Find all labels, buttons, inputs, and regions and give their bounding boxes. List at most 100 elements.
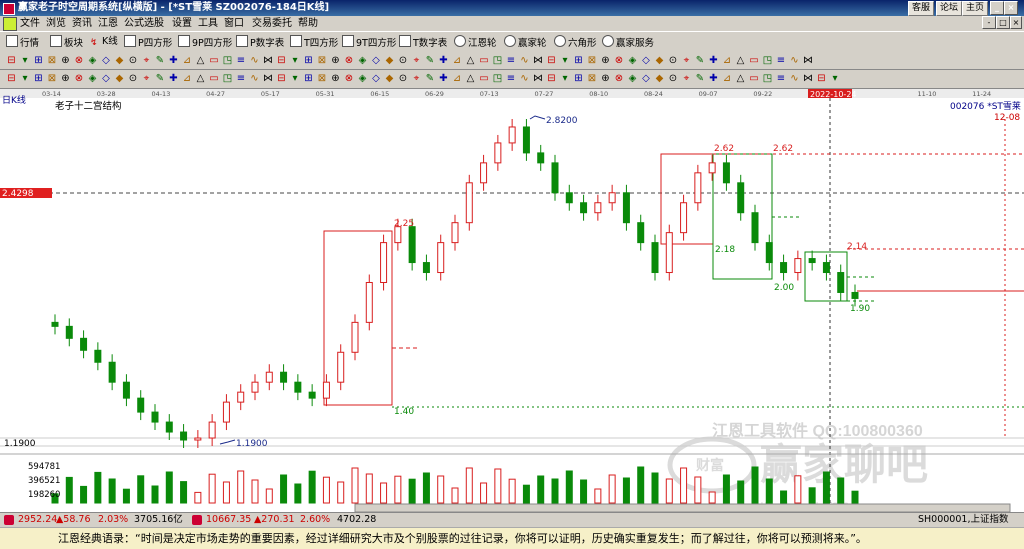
draw-tool-icon[interactable]: ⊕ — [600, 73, 611, 84]
current-index-label[interactable]: SH000001,上证指数 — [918, 513, 1008, 527]
draw-tool-icon[interactable]: ⊞ — [33, 55, 44, 66]
draw-tool-icon[interactable]: ◈ — [87, 73, 98, 84]
draw-tool-icon[interactable]: ✎ — [695, 73, 706, 84]
menu-help[interactable]: 帮助 — [298, 16, 318, 31]
toolbar-winner-wheel[interactable]: 赢家轮 — [504, 35, 547, 49]
toolbar-sectors[interactable]: 板块 — [50, 35, 83, 49]
draw-tool-icon[interactable]: ▾ — [560, 73, 571, 84]
draw-tool-icon[interactable]: ⊿ — [452, 55, 463, 66]
draw-tool-icon[interactable]: ⊿ — [182, 73, 193, 84]
draw-tool-icon[interactable]: ⋈ — [533, 73, 544, 84]
draw-tool-icon[interactable]: ⊟ — [276, 55, 287, 66]
draw-tool-icon[interactable]: ⊠ — [587, 55, 598, 66]
draw-tool-icon[interactable]: ◈ — [87, 55, 98, 66]
draw-tool-icon[interactable]: ⋈ — [263, 55, 274, 66]
toolbar-quotes[interactable]: 行情 — [6, 35, 39, 49]
toolbar-t-number-table[interactable]: T数字表 — [399, 35, 447, 49]
maximize-child-icon[interactable]: □ — [996, 16, 1010, 29]
draw-tool-icon[interactable]: ✎ — [695, 55, 706, 66]
draw-tool-icon[interactable]: ∿ — [249, 55, 260, 66]
toolbar-winner-service[interactable]: 赢家服务 — [602, 35, 654, 49]
draw-tool-icon[interactable]: ✎ — [425, 55, 436, 66]
draw-tool-icon[interactable]: ⌖ — [141, 55, 152, 66]
menu-file[interactable]: 文件 — [20, 16, 40, 31]
draw-tool-icon[interactable]: ⊞ — [573, 73, 584, 84]
draw-tool-icon[interactable]: ⊠ — [47, 73, 58, 84]
draw-tool-icon[interactable]: ◆ — [114, 55, 125, 66]
draw-tool-icon[interactable]: ▭ — [479, 55, 490, 66]
draw-tool-icon[interactable]: ◇ — [101, 55, 112, 66]
menu-gann[interactable]: 江恩 — [98, 16, 118, 31]
draw-tool-icon[interactable]: ✎ — [155, 55, 166, 66]
menu-settings[interactable]: 设置 — [172, 16, 192, 31]
draw-tool-icon[interactable]: ⊙ — [398, 73, 409, 84]
restore-child-icon[interactable]: - — [982, 16, 996, 29]
draw-tool-icon[interactable]: ◇ — [371, 55, 382, 66]
draw-tool-icon[interactable]: ⊠ — [587, 73, 598, 84]
draw-tool-icon[interactable]: ⋈ — [533, 55, 544, 66]
draw-tool-icon[interactable]: ▾ — [830, 73, 841, 84]
draw-tool-icon[interactable]: ⊿ — [452, 73, 463, 84]
menu-window[interactable]: 窗口 — [224, 16, 244, 31]
draw-tool-icon[interactable]: ◳ — [492, 73, 503, 84]
draw-tool-icon[interactable]: ◈ — [627, 55, 638, 66]
homepage-button[interactable]: 主页 — [962, 1, 989, 16]
draw-tool-icon[interactable]: ⊙ — [128, 55, 139, 66]
draw-tool-icon[interactable]: ⌖ — [141, 73, 152, 84]
draw-tool-icon[interactable]: ⊕ — [600, 55, 611, 66]
draw-tool-icon[interactable]: ◈ — [357, 55, 368, 66]
draw-tool-icon[interactable]: ∿ — [789, 73, 800, 84]
draw-tool-icon[interactable]: ▭ — [749, 73, 760, 84]
toolbar-9t-square[interactable]: 9T四方形 — [342, 35, 396, 49]
draw-tool-icon[interactable]: ✚ — [438, 55, 449, 66]
draw-tool-icon[interactable]: ◆ — [654, 55, 665, 66]
draw-tool-icon[interactable]: ⊟ — [546, 55, 557, 66]
draw-tool-icon[interactable]: ⊟ — [276, 73, 287, 84]
toolbar-kline[interactable]: ↯ K线 — [90, 35, 118, 49]
draw-tool-icon[interactable]: ◳ — [492, 55, 503, 66]
draw-tool-icon[interactable]: ⊕ — [330, 55, 341, 66]
draw-tool-icon[interactable]: ∿ — [249, 73, 260, 84]
draw-tool-icon[interactable]: ⊞ — [33, 73, 44, 84]
minimize-icon[interactable]: _ — [990, 1, 1004, 15]
draw-tool-icon[interactable]: △ — [195, 73, 206, 84]
draw-tool-icon[interactable]: ▾ — [20, 55, 31, 66]
draw-tool-icon[interactable]: ⊟ — [6, 55, 17, 66]
draw-tool-icon[interactable]: ∿ — [519, 55, 530, 66]
draw-tool-icon[interactable]: ◈ — [357, 73, 368, 84]
draw-tool-icon[interactable]: ◆ — [384, 55, 395, 66]
draw-tool-icon[interactable]: △ — [465, 55, 476, 66]
draw-tool-icon[interactable]: ◆ — [654, 73, 665, 84]
draw-tool-icon[interactable]: ⊠ — [47, 55, 58, 66]
draw-tool-icon[interactable]: ◇ — [371, 73, 382, 84]
draw-tool-icon[interactable]: ⊗ — [614, 73, 625, 84]
draw-tool-icon[interactable]: ⊿ — [182, 55, 193, 66]
customer-service-button[interactable]: 客服 — [908, 1, 935, 16]
menu-info[interactable]: 资讯 — [72, 16, 92, 31]
draw-tool-icon[interactable]: ≡ — [236, 73, 247, 84]
draw-tool-icon[interactable]: ▾ — [290, 55, 301, 66]
draw-tool-icon[interactable]: ⊟ — [546, 73, 557, 84]
draw-tool-icon[interactable]: ✚ — [168, 55, 179, 66]
draw-tool-icon[interactable]: ✚ — [708, 55, 719, 66]
draw-tool-icon[interactable]: ⊟ — [6, 73, 17, 84]
draw-tool-icon[interactable]: △ — [735, 55, 746, 66]
draw-tool-icon[interactable]: ⊠ — [317, 73, 328, 84]
draw-tool-icon[interactable]: ⊞ — [573, 55, 584, 66]
draw-tool-icon[interactable]: ▭ — [209, 55, 220, 66]
draw-tool-icon[interactable]: ⊗ — [344, 55, 355, 66]
forum-button[interactable]: 论坛 — [936, 1, 963, 16]
draw-tool-icon[interactable]: ◆ — [384, 73, 395, 84]
draw-tool-icon[interactable]: ≡ — [506, 55, 517, 66]
draw-tool-icon[interactable]: ✚ — [168, 73, 179, 84]
draw-tool-icon[interactable]: ⋈ — [803, 73, 814, 84]
toolbar-9p-square[interactable]: 9P四方形 — [178, 35, 232, 49]
draw-tool-icon[interactable]: ✎ — [155, 73, 166, 84]
draw-tool-icon[interactable]: ⊿ — [722, 55, 733, 66]
draw-tool-icon[interactable]: ◳ — [762, 55, 773, 66]
draw-tool-icon[interactable]: ≡ — [776, 55, 787, 66]
toolbar-p-number-table[interactable]: P数字表 — [236, 35, 284, 49]
draw-tool-icon[interactable]: ✎ — [425, 73, 436, 84]
draw-tool-icon[interactable]: ⋈ — [803, 55, 814, 66]
draw-tool-icon[interactable]: ⊕ — [330, 73, 341, 84]
